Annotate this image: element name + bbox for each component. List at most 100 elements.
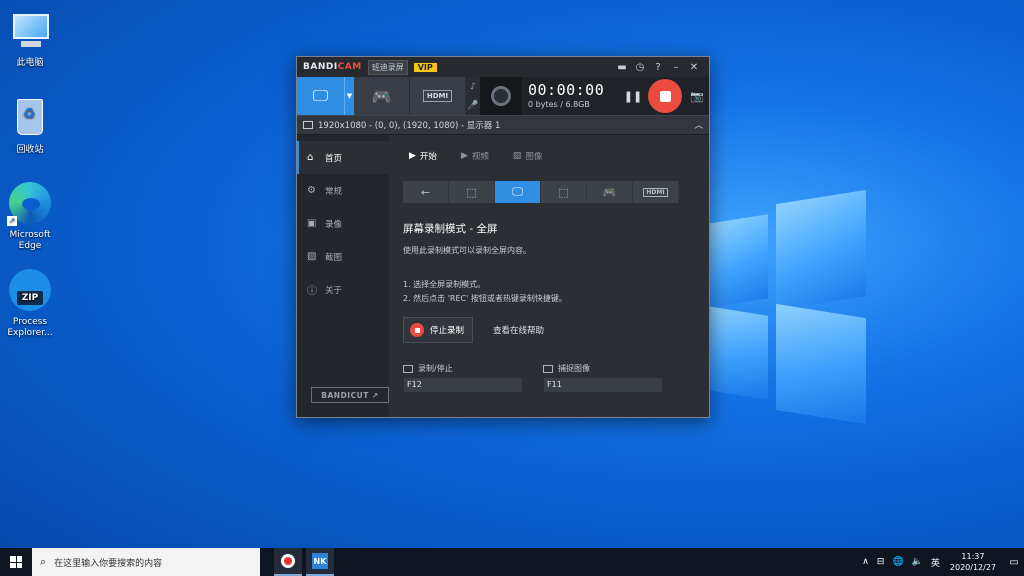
- pause-button[interactable]: ❚❚: [621, 77, 645, 115]
- capture-area-bar[interactable]: 1920x1080 - (0, 0), (1920, 1080) - 显示器 1…: [297, 115, 709, 135]
- clock[interactable]: 11:37 2020/12/27: [950, 551, 996, 573]
- monitor-small-icon: [303, 121, 313, 129]
- collapse-chevron-icon[interactable]: ︿: [694, 119, 703, 131]
- sidebar-item-about[interactable]: ⓘ 关于: [297, 273, 389, 306]
- capture-area-info: 1920x1080 - (0, 0), (1920, 1080) - 显示器 1: [318, 121, 501, 131]
- desktop-icon-process-explorer[interactable]: ZIP Process Explorer...: [0, 267, 60, 339]
- stop-icon: [410, 323, 424, 337]
- help-icon[interactable]: ?: [649, 62, 667, 73]
- taskbar-app-nk[interactable]: NK: [306, 548, 334, 576]
- video-tab-icon: ▶: [460, 151, 468, 161]
- shortcut-arrow-icon: ↗: [7, 216, 17, 226]
- camera-icon: 📷: [690, 89, 704, 103]
- network-icon[interactable]: 🌐: [892, 557, 903, 567]
- desktop-icon-label: 此电脑: [16, 58, 44, 68]
- recording-size: 0 bytes / 6.8GB: [528, 100, 590, 109]
- tray-app-icon[interactable]: ⊟: [877, 557, 885, 567]
- sidebar-item-video[interactable]: ▣ 录像: [297, 207, 389, 240]
- gear-icon: ⚙: [307, 185, 316, 196]
- mode-title: 屏幕录制模式 - 全屏: [403, 223, 498, 235]
- notification-icon[interactable]: ▭: [1004, 557, 1024, 568]
- sidebar: ⌂ 首页 ⚙ 常规 ▣ 录像 ▨ 截图 ⓘ 关于 BANDICUT ↗: [297, 135, 389, 417]
- desktop-icon-recycle-bin[interactable]: ♻ 回收站: [0, 95, 60, 156]
- bandicut-button[interactable]: BANDICUT ↗: [311, 387, 389, 403]
- device-mode-strip-button[interactable]: HDMI: [633, 181, 679, 203]
- hotkey-record-field[interactable]: F12: [403, 377, 523, 393]
- search-placeholder: 在这里输入你要搜索的内容: [54, 558, 163, 569]
- hotkey-capture-image: 捕捉图像 F11: [543, 363, 663, 393]
- stop-recording-button[interactable]: 停止录制: [403, 317, 473, 343]
- sidebar-item-home[interactable]: ⌂ 首页: [297, 141, 389, 174]
- webcam-icon: [491, 86, 511, 106]
- hotkey-capture-field[interactable]: F11: [543, 377, 663, 393]
- back-arrow-icon: ←: [420, 185, 431, 199]
- sidebar-item-general[interactable]: ⚙ 常规: [297, 174, 389, 207]
- recycle-bin-icon: ♻: [7, 95, 53, 141]
- back-arrow-button[interactable]: ←: [403, 181, 449, 203]
- microphone-icon: 🎤: [467, 100, 479, 111]
- system-tray: ∧ ⊟ 🌐 🔈 英 11:37 2020/12/27 ▭: [858, 551, 1024, 573]
- around-mouse-mode-button[interactable]: ⬚: [541, 181, 587, 203]
- stop-record-icon: [648, 79, 682, 113]
- mouse-area-icon: ⬚: [558, 185, 569, 199]
- video-icon: ▣: [307, 218, 317, 229]
- desktop-icon-label: Process Explorer...: [7, 317, 53, 338]
- step-1: 1. 选择全屏录制模式。: [403, 280, 486, 289]
- nk-app-icon: NK: [312, 553, 328, 569]
- rectangle-mode-button[interactable]: ⬚: [449, 181, 495, 203]
- mode-dropdown-chevron-icon[interactable]: ▼: [344, 77, 354, 115]
- device-mode-button[interactable]: HDMI: [410, 77, 466, 115]
- screen-mode-button[interactable]: 🖵: [297, 77, 344, 115]
- desktop-icon-edge[interactable]: ↗ Microsoft Edge: [0, 180, 60, 252]
- bandicam-window: BANDICAM 班迪录屏 VIP ▬ ◷ ? – ✕ 🖵 ▼ 🎮 HDMI ♪…: [296, 56, 710, 418]
- screenshot-button[interactable]: 📷: [685, 77, 709, 115]
- app-name-tag: 班迪录屏: [367, 59, 408, 75]
- taskbar-app-bandicam[interactable]: [274, 548, 302, 576]
- record-stop-button[interactable]: [645, 77, 685, 115]
- mode-selector: ← ⬚ 🖵 ⬚ 🎮 HDMI: [403, 181, 695, 203]
- rectangle-select-icon: ⬚: [466, 185, 477, 199]
- title-bar[interactable]: BANDICAM 班迪录屏 VIP ▬ ◷ ? – ✕: [297, 57, 709, 77]
- play-icon: ▶: [409, 151, 416, 161]
- bandicam-app-icon: [281, 554, 295, 568]
- tab-video[interactable]: ▶ 视频: [461, 150, 489, 162]
- input-language[interactable]: 英: [931, 556, 940, 569]
- pause-icon: ❚❚: [623, 89, 643, 103]
- tab-start[interactable]: ▶ 开始: [409, 150, 437, 162]
- folder-icon[interactable]: ▬: [613, 62, 631, 73]
- clock-icon[interactable]: ◷: [631, 62, 649, 73]
- tab-image[interactable]: ▨ 图像: [513, 150, 543, 162]
- windows-icon: [10, 556, 22, 568]
- sidebar-item-image[interactable]: ▨ 截图: [297, 240, 389, 273]
- windows-wallpaper-logo: [700, 189, 870, 425]
- desktop-icon-this-pc[interactable]: 此电脑: [0, 8, 60, 69]
- hotkey-record-stop: 录制/停止 F12: [403, 363, 523, 393]
- zip-icon: ZIP: [7, 267, 53, 313]
- tray-chevron-icon[interactable]: ∧: [862, 557, 869, 567]
- volume-icon[interactable]: 🔈: [912, 557, 923, 567]
- recording-status: 00:00:00 0 bytes / 6.8GB: [522, 77, 621, 115]
- audio-column[interactable]: ♪ 🎤: [466, 77, 480, 115]
- bandicam-logo: BANDICAM: [303, 62, 362, 72]
- game-mode-strip-button[interactable]: 🎮: [587, 181, 633, 203]
- desktop-icon-label: Microsoft Edge: [9, 230, 51, 251]
- step-2: 2. 然后点击 'REC' 按钮或者热键录制快捷键。: [403, 294, 567, 303]
- minimize-icon[interactable]: –: [667, 62, 685, 73]
- start-button[interactable]: [0, 548, 32, 576]
- home-icon: ⌂: [307, 152, 314, 163]
- webcam-button[interactable]: [480, 77, 522, 115]
- hotkeys: 录制/停止 F12 捕捉图像 F11: [403, 363, 695, 393]
- search-icon: ⌕: [40, 555, 47, 568]
- close-icon[interactable]: ✕: [685, 62, 703, 73]
- image-tab-icon: ▨: [512, 151, 522, 161]
- game-mode-button[interactable]: 🎮: [354, 77, 410, 115]
- taskbar-search[interactable]: ⌕ 在这里输入你要搜索的内容: [32, 548, 260, 576]
- hdmi-icon: HDMI: [643, 187, 668, 197]
- vip-badge[interactable]: VIP: [413, 62, 437, 72]
- online-help-link[interactable]: 查看在线帮助: [493, 324, 544, 336]
- hotkey-checkbox[interactable]: [543, 364, 553, 373]
- hdmi-icon: HDMI: [422, 90, 453, 102]
- hotkey-checkbox[interactable]: [403, 364, 413, 373]
- fullscreen-mode-button[interactable]: 🖵: [495, 181, 541, 203]
- gamepad-icon: 🎮: [371, 86, 392, 106]
